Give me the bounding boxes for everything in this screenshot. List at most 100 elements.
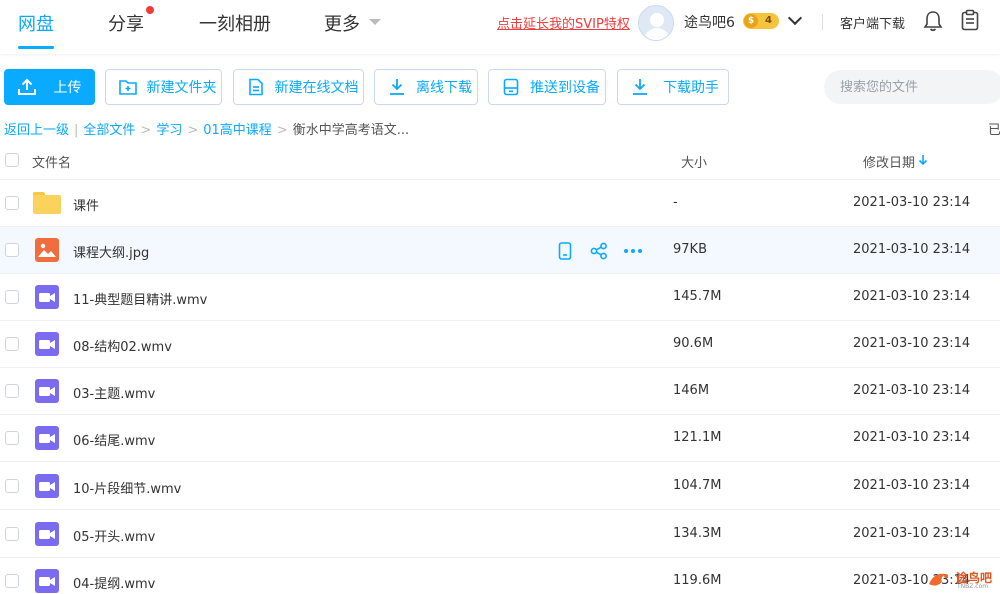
file-name[interactable]: 04-提纲.wmv (73, 573, 155, 592)
more-caret-icon[interactable] (369, 19, 381, 25)
table-row[interactable]: 05-开头.wmv 134.3M 2021-03-10 23:14 (0, 511, 1000, 558)
table-row[interactable]: 10-片段细节.wmv 104.7M 2021-03-10 23:14 (0, 463, 1000, 510)
table-row[interactable]: 04-提纲.wmv 119.6M 2021-03-10 23:14 (0, 558, 1000, 594)
select-all-checkbox[interactable] (5, 153, 19, 167)
table-row[interactable]: 08-结构02.wmv 90.6M 2021-03-10 23:14 (0, 321, 1000, 368)
download-icon (390, 79, 404, 95)
breadcrumb-current: 衡水中学高考语文... (292, 123, 410, 138)
file-name[interactable]: 08-结构02.wmv (73, 336, 172, 355)
row-checkbox[interactable] (5, 384, 19, 398)
avatar[interactable] (638, 5, 674, 41)
sort-desc-icon[interactable] (918, 154, 928, 166)
tab-share[interactable]: 分享 (108, 10, 144, 36)
table-row[interactable]: 11-典型题目精讲.wmv 145.7M 2021-03-10 23:14 (0, 274, 1000, 321)
bird-logo-icon (929, 573, 948, 586)
breadcrumb-item[interactable]: 全部文件 (83, 123, 135, 138)
upload-button[interactable]: 上传 (4, 69, 95, 105)
video-file-icon (35, 426, 59, 450)
video-file-icon (35, 379, 59, 403)
file-size: 145.7M (673, 289, 722, 304)
file-size: 97KB (673, 242, 707, 257)
video-file-icon (35, 474, 59, 498)
avatar-head (650, 13, 664, 27)
vip-coin-icon: $ (744, 14, 758, 28)
row-checkbox[interactable] (5, 574, 19, 588)
file-name[interactable]: 06-结尾.wmv (73, 430, 155, 449)
offline-download-label: 离线下载 (416, 79, 472, 95)
tab-more[interactable]: 更多 (324, 10, 360, 36)
new-online-doc-button[interactable]: 新建在线文档 (233, 69, 364, 105)
new-online-doc-label: 新建在线文档 (274, 79, 359, 95)
table-header: 文件名 大小 修改日期 (0, 140, 1000, 180)
file-name[interactable]: 11-典型题目精讲.wmv (73, 289, 207, 308)
file-name[interactable]: 课程大纲.jpg (73, 242, 149, 261)
breadcrumb-arrow-icon: > (187, 123, 199, 138)
offline-download-button[interactable]: 离线下载 (374, 69, 478, 105)
row-checkbox[interactable] (5, 527, 19, 541)
user-menu-chevron-icon[interactable] (787, 10, 803, 26)
tab-netdisk[interactable]: 网盘 (18, 10, 54, 36)
loaded-count-text: 已 (988, 123, 1000, 138)
avatar-body (644, 28, 670, 40)
active-tab-indicator (18, 46, 54, 49)
watermark-subtext: TNBZ.com (957, 583, 989, 590)
video-file-icon (35, 332, 59, 356)
client-download-link[interactable]: 客户端下载 (840, 13, 905, 32)
file-name[interactable]: 课件 (73, 195, 99, 214)
video-file-icon (35, 569, 59, 593)
file-date: 2021-03-10 23:14 (853, 383, 971, 398)
column-name-header[interactable]: 文件名 (32, 152, 71, 171)
new-folder-icon (119, 80, 137, 95)
table-row[interactable]: 06-结尾.wmv 121.1M 2021-03-10 23:14 (0, 415, 1000, 462)
file-date: 2021-03-10 23:14 (853, 430, 971, 445)
row-checkbox[interactable] (5, 479, 19, 493)
table-row[interactable]: 03-主题.wmv 146M 2021-03-10 23:14 (0, 368, 1000, 415)
notification-dot (146, 6, 154, 14)
more-options-icon[interactable] (623, 242, 643, 260)
column-size-header[interactable]: 大小 (681, 152, 707, 171)
file-date: 2021-03-10 23:14 (853, 478, 971, 493)
device-icon (503, 78, 519, 96)
row-checkbox[interactable] (5, 337, 19, 351)
row-checkbox[interactable] (5, 290, 19, 304)
svip-promo-link[interactable]: 点击延长我的SVIP特权 (497, 13, 630, 32)
file-size: 104.7M (673, 478, 722, 493)
vip-level: 4 (765, 15, 772, 26)
download-helper-button[interactable]: 下载助手 (617, 69, 729, 105)
file-name[interactable]: 03-主题.wmv (73, 383, 155, 402)
file-name[interactable]: 10-片段细节.wmv (73, 478, 181, 497)
table-row[interactable]: 课件 - 2021-03-10 23:14 (0, 180, 1000, 227)
file-name[interactable]: 05-开头.wmv (73, 526, 155, 545)
table-row[interactable]: 课程大纲.jpg 97KB 2021-03-10 23:14 (0, 227, 1000, 274)
clipboard-icon[interactable] (960, 9, 980, 31)
image-file-icon (35, 238, 59, 262)
new-folder-button[interactable]: 新建文件夹 (105, 69, 222, 105)
username[interactable]: 途鸟吧6 (684, 12, 735, 32)
row-checkbox[interactable] (5, 196, 19, 210)
bell-icon[interactable] (923, 10, 943, 32)
breadcrumb-arrow-icon: > (140, 123, 152, 138)
push-to-device-button[interactable]: 推送到设备 (488, 69, 606, 105)
phone-icon[interactable] (557, 242, 573, 260)
folder-icon (33, 192, 61, 214)
video-file-icon (35, 285, 59, 309)
upload-icon (18, 78, 36, 95)
file-size: 119.6M (673, 573, 722, 588)
row-checkbox[interactable] (5, 243, 19, 257)
row-checkbox[interactable] (5, 431, 19, 445)
document-icon (249, 78, 263, 96)
file-date: 2021-03-10 23:14 (853, 289, 971, 304)
file-size: 90.6M (673, 336, 714, 351)
share-icon[interactable] (590, 242, 608, 260)
tab-photo-album[interactable]: 一刻相册 (199, 10, 271, 36)
file-size: 134.3M (673, 526, 722, 541)
push-to-device-label: 推送到设备 (530, 79, 600, 95)
upload-label: 上传 (53, 79, 82, 95)
file-date: 2021-03-10 23:14 (853, 526, 971, 541)
search-input[interactable] (824, 70, 1000, 104)
file-date: 2021-03-10 23:14 (853, 242, 971, 257)
breadcrumb-item[interactable]: 学习 (156, 123, 182, 138)
column-date-header[interactable]: 修改日期 (863, 152, 915, 171)
breadcrumb-back[interactable]: 返回上一级 (4, 123, 69, 138)
breadcrumb-item[interactable]: 01高中课程 (203, 123, 272, 138)
